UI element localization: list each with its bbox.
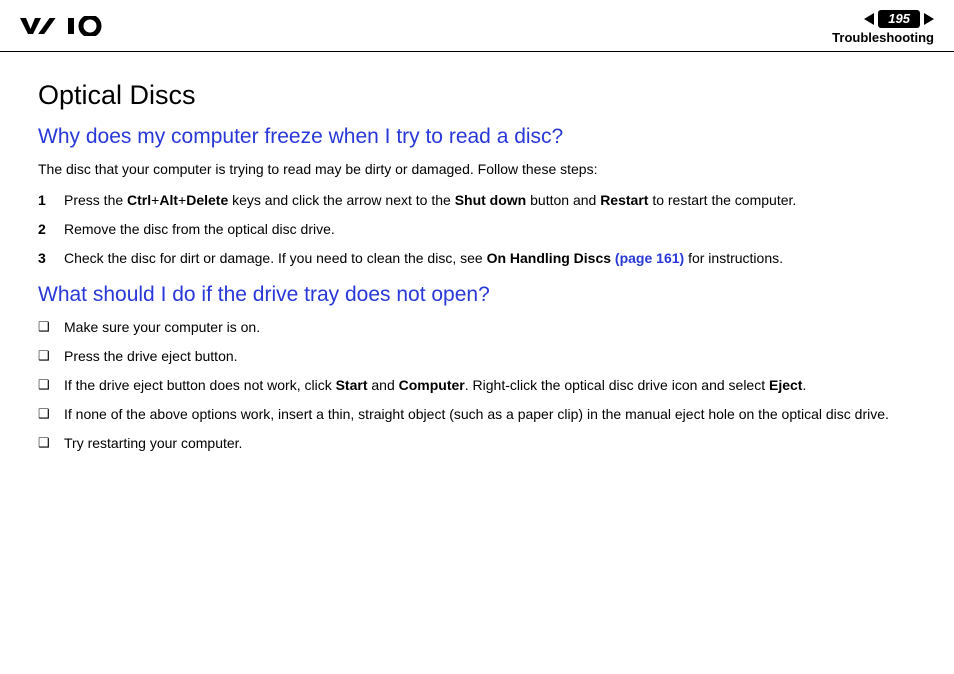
page-header: 195 Troubleshooting — [0, 0, 954, 52]
list-item: Try restarting your computer. — [38, 433, 916, 454]
section-label: Troubleshooting — [832, 30, 934, 45]
page-title: Optical Discs — [38, 80, 916, 111]
bullet-text: If none of the above options work, inser… — [64, 404, 916, 425]
page-link[interactable]: (page 161) — [611, 250, 684, 266]
header-right: 195 Troubleshooting — [832, 10, 934, 45]
list-item: If the drive eject button does not work,… — [38, 375, 916, 396]
list-item: Make sure your computer is on. — [38, 317, 916, 338]
bullet-text: Press the drive eject button. — [64, 346, 916, 367]
bullet-text: If the drive eject button does not work,… — [64, 375, 916, 396]
question-heading-1: Why does my computer freeze when I try t… — [38, 125, 916, 149]
page-content: Optical Discs Why does my computer freez… — [0, 52, 954, 454]
step-text: Remove the disc from the optical disc dr… — [64, 219, 916, 240]
step-item: Check the disc for dirt or damage. If yo… — [38, 248, 916, 269]
bullet-text: Make sure your computer is on. — [64, 317, 916, 338]
step-item: Press the Ctrl+Alt+Delete keys and click… — [38, 190, 916, 211]
step-text: Press the Ctrl+Alt+Delete keys and click… — [64, 190, 916, 211]
step-text: Check the disc for dirt or damage. If yo… — [64, 248, 916, 269]
page-navigation: 195 — [864, 10, 934, 28]
list-item: Press the drive eject button. — [38, 346, 916, 367]
bullets-list-2: Make sure your computer is on. Press the… — [38, 317, 916, 454]
bullet-text: Try restarting your computer. — [64, 433, 916, 454]
steps-list-1: Press the Ctrl+Alt+Delete keys and click… — [38, 190, 916, 269]
vaio-logo — [20, 16, 116, 36]
step-item: Remove the disc from the optical disc dr… — [38, 219, 916, 240]
prev-page-icon[interactable] — [864, 13, 874, 25]
next-page-icon[interactable] — [924, 13, 934, 25]
question-heading-2: What should I do if the drive tray does … — [38, 283, 916, 307]
list-item: If none of the above options work, inser… — [38, 404, 916, 425]
intro-paragraph-1: The disc that your computer is trying to… — [38, 159, 916, 180]
page-number: 195 — [878, 10, 920, 28]
